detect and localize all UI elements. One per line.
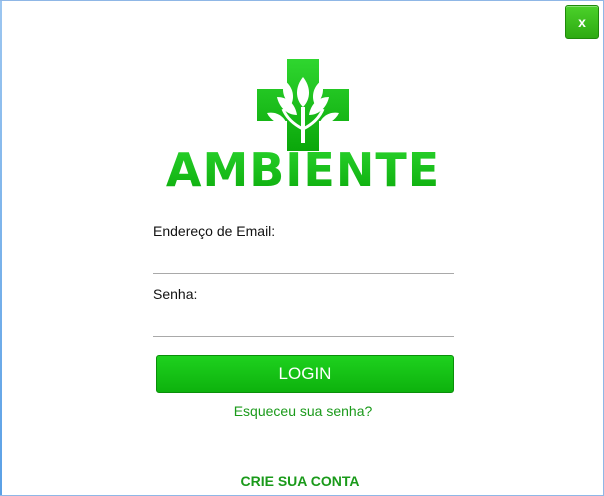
email-label: Endereço de Email: <box>153 223 276 239</box>
login-button[interactable]: LOGIN <box>156 355 454 393</box>
email-field[interactable] <box>153 247 454 274</box>
forgot-password-link[interactable]: Esqueceu sua senha? <box>1 403 604 419</box>
login-button-label: LOGIN <box>278 364 332 383</box>
close-label: x <box>578 14 586 30</box>
create-account-link[interactable]: CRIE SUA CONTA <box>1 473 599 489</box>
password-field[interactable] <box>153 310 454 337</box>
brand-name: AMBIENTE <box>165 143 441 197</box>
password-label: Senha: <box>153 286 198 302</box>
brand-logo: AMBIENTE <box>1 59 604 193</box>
close-button[interactable]: x <box>565 5 599 39</box>
medical-cross-leaf-icon <box>257 59 349 151</box>
login-form: Endereço de Email: Senha: <box>153 223 454 337</box>
login-window: x AMBIENTE Endereço de Email: Senha: LOG… <box>0 0 604 496</box>
